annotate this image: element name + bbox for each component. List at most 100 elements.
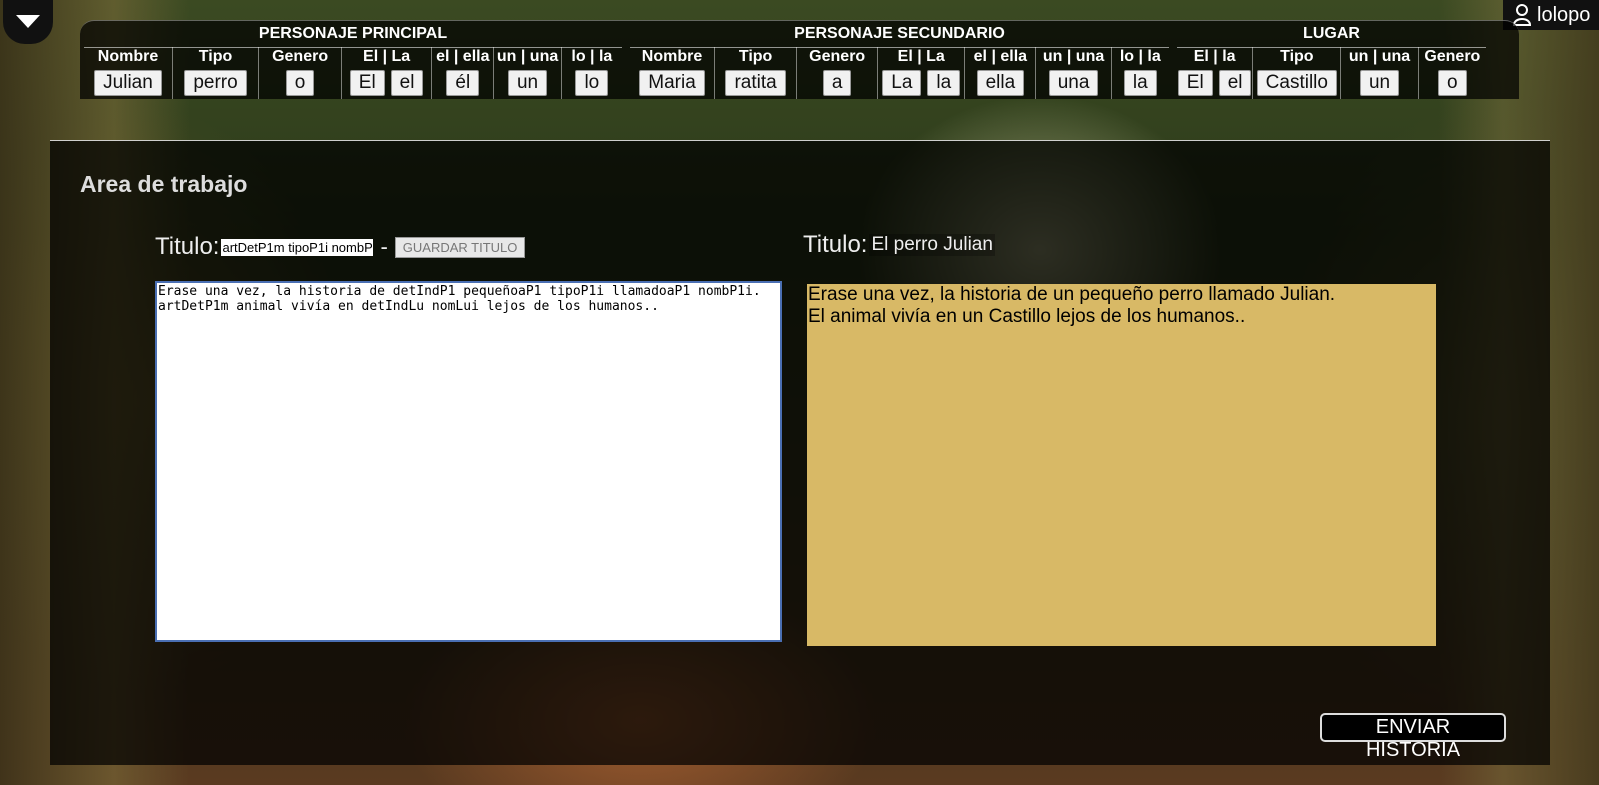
chevron-down-icon — [16, 15, 40, 28]
column-values: la — [1112, 68, 1169, 96]
preview-title-label: Titulo: — [803, 231, 868, 258]
value-button[interactable]: perro — [184, 70, 247, 96]
value-button[interactable]: un — [507, 70, 548, 96]
column-values: a — [797, 68, 877, 96]
column-personaje-principal-3: El | La El el — [342, 47, 433, 99]
value-button[interactable]: el — [1218, 70, 1252, 96]
column-personaje-principal-5: un | una un — [494, 47, 562, 99]
value-button[interactable]: una — [1048, 70, 1099, 96]
column-personaje-principal-2: Genero o — [259, 47, 343, 99]
title-input[interactable] — [221, 238, 374, 256]
column-values: perro — [173, 68, 258, 96]
story-preview: Erase una vez, la historia de un pequeño… — [807, 284, 1436, 646]
column-header: el | ella — [436, 48, 490, 65]
column-header: El | La — [897, 48, 945, 65]
column-values: o — [1419, 68, 1486, 96]
group-title: PERSONAJE SECUNDARIO — [794, 25, 1005, 42]
value-button[interactable]: un — [1359, 70, 1400, 96]
group-personaje-principal: PERSONAJE PRINCIPAL Nombre Julian Tipo perr… — [84, 21, 622, 99]
group-personaje-secundario: PERSONAJE SECUNDARIO Nombre Maria Tipo rati… — [630, 21, 1169, 99]
column-lugar-0: El | la El el — [1177, 47, 1254, 99]
column-personaje-principal-6: lo | la lo — [562, 47, 622, 99]
column-header: Genero — [1424, 48, 1481, 65]
column-values: La la — [878, 68, 964, 96]
value-button[interactable]: La — [882, 70, 922, 96]
column-values: El el — [342, 68, 431, 96]
username: lolopo — [1537, 3, 1591, 26]
preview-title-value: El perro Julian — [869, 234, 995, 256]
column-header: Genero — [272, 48, 329, 65]
column-personaje-secundario-4: el | ella ella — [965, 47, 1037, 99]
column-lugar-3: Genero o — [1419, 47, 1486, 99]
column-values: un — [1341, 68, 1417, 96]
value-button[interactable]: ella — [976, 70, 1025, 96]
character-settings-bar: PERSONAJE PRINCIPAL Nombre Julian Tipo perr… — [80, 20, 1519, 99]
column-header: un | una — [1348, 48, 1411, 65]
column-personaje-principal-4: el | ella él — [432, 47, 495, 99]
column-values: lo — [562, 68, 622, 96]
column-header: un | una — [1042, 48, 1105, 65]
value-button[interactable]: ratita — [725, 70, 786, 96]
column-lugar-2: un | una un — [1341, 47, 1419, 99]
column-values: una — [1036, 68, 1110, 96]
column-header: lo | la — [571, 48, 613, 65]
save-title-button[interactable]: GUARDAR TITULO — [394, 236, 526, 258]
value-button[interactable]: a — [822, 70, 852, 96]
column-personaje-secundario-2: Genero a — [797, 47, 879, 99]
column-personaje-principal-0: Nombre Julian — [84, 47, 173, 99]
story-editor[interactable]: Erase una vez, la historia de detIndP1 p… — [155, 281, 782, 642]
column-lugar-1: Tipo Castillo — [1253, 47, 1342, 99]
column-values: un — [494, 68, 560, 96]
value-button[interactable]: el — [390, 70, 424, 96]
value-button[interactable]: Julian — [94, 70, 162, 96]
column-header: lo | la — [1119, 48, 1161, 65]
value-button[interactable]: El — [1177, 70, 1213, 96]
workspace-heading: Area de trabajo — [80, 171, 248, 197]
column-personaje-secundario-5: un | una una — [1036, 47, 1112, 99]
value-button[interactable]: Maria — [639, 70, 705, 96]
column-values: o — [259, 68, 341, 96]
column-personaje-secundario-3: El | La La la — [878, 47, 966, 99]
preview-line: Erase una vez, la historia de un pequeño… — [808, 284, 1336, 305]
value-button[interactable]: Castillo — [1256, 70, 1337, 96]
column-values: ratita — [715, 68, 796, 96]
preview-line: El animal vivía en un Castillo lejos de … — [808, 306, 1246, 327]
column-values: El el — [1177, 68, 1252, 96]
value-button[interactable]: la — [1123, 70, 1157, 96]
value-button[interactable]: la — [927, 70, 961, 96]
column-header: Nombre — [97, 48, 159, 65]
workspace-panel: Area de trabajo Titulo: - GUARDAR TITULO… — [50, 140, 1550, 765]
column-header: El | La — [363, 48, 411, 65]
column-values: Maria — [630, 68, 714, 96]
column-personaje-secundario-0: Nombre Maria — [630, 47, 716, 99]
menu-toggle-button[interactable] — [3, 0, 53, 44]
title-edit-row: Titulo: - GUARDAR TITULO — [155, 233, 526, 261]
column-values: Castillo — [1253, 68, 1340, 96]
column-header: un | una — [496, 48, 559, 65]
column-header: El | la — [1193, 48, 1236, 65]
column-personaje-secundario-6: lo | la la — [1112, 47, 1169, 99]
value-button[interactable]: él — [446, 70, 480, 96]
column-header: Tipo — [738, 48, 773, 65]
column-values: él — [432, 68, 493, 96]
column-personaje-secundario-1: Tipo ratita — [715, 47, 798, 99]
title-separator: - — [380, 234, 388, 259]
column-header: Tipo — [1280, 48, 1314, 65]
group-title: PERSONAJE PRINCIPAL — [258, 25, 448, 42]
title-preview-row: Titulo: El perro Julian — [803, 231, 995, 259]
value-button[interactable]: o — [285, 70, 315, 96]
column-header: el | ella — [973, 48, 1028, 65]
user-menu[interactable]: lolopo — [1503, 0, 1599, 30]
column-header: Genero — [809, 48, 866, 65]
column-personaje-principal-1: Tipo perro — [173, 47, 260, 99]
group-title: LUGAR — [1303, 25, 1360, 42]
column-values: Julian — [84, 68, 172, 96]
title-label: Titulo: — [155, 233, 220, 260]
value-button[interactable]: El — [349, 70, 385, 96]
user-icon — [1513, 4, 1532, 26]
column-values: ella — [965, 68, 1035, 96]
send-story-button[interactable]: ENVIAR HISTORIA — [1320, 713, 1506, 761]
value-button[interactable]: lo — [575, 70, 609, 96]
group-lugar: LUGAR El | la El el Tipo Castillo un | una un G… — [1177, 21, 1486, 99]
value-button[interactable]: o — [1438, 70, 1467, 96]
